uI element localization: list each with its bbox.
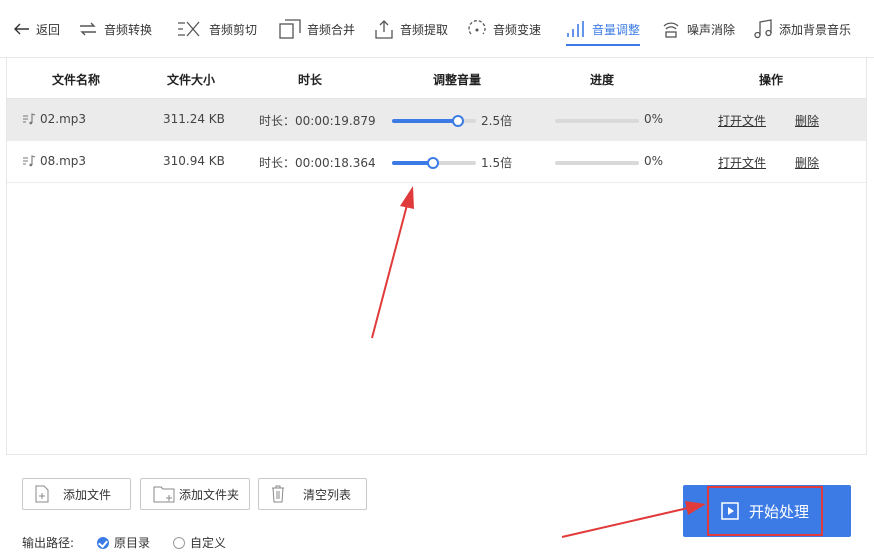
volume-slider[interactable] [392,115,476,127]
progress-value: 0% [644,154,664,168]
start-button-highlight-box: 开始处理 [707,486,823,536]
tab-label: 音频剪切 [209,22,258,37]
header-progress: 进度 [590,73,615,87]
add-file-button[interactable]: 添加文件 [22,478,131,510]
progress-bar [555,161,639,165]
tab-audio-cut[interactable]: 音频剪切 [177,14,257,44]
active-tab-underline [566,44,641,46]
denoise-icon [663,22,679,38]
tab-audio-speed[interactable]: 音频变速 [467,14,541,44]
table-row[interactable]: 08.mp3 310.94 KB 时长：00:00:18.364 1.5倍 0%… [7,141,866,183]
tab-label: 音频转换 [104,22,153,37]
add-folder-icon [153,486,175,503]
header-adjust-volume: 调整音量 [433,73,482,87]
back-button[interactable]: 返回 [14,14,60,44]
tab-label: 音频提取 [400,22,449,37]
add-folder-button[interactable]: 添加文件夹 [140,478,250,510]
delete-link[interactable]: 删除 [795,154,819,171]
play-icon [721,502,739,520]
volume-slider-thumb[interactable] [427,157,440,169]
file-duration: 时长：00:00:18.364 [259,156,376,170]
back-label: 返回 [36,22,61,37]
file-name: 02.mp3 [40,112,87,126]
file-name: 08.mp3 [40,154,87,168]
progress-bar [555,119,639,123]
tab-label: 音频合并 [307,22,356,37]
add-file-label: 添加文件 [63,487,112,502]
add-file-icon [35,485,49,503]
header-actions: 操作 [759,73,784,87]
open-file-link[interactable]: 打开文件 [718,154,766,171]
tab-label: 音频变速 [493,22,542,37]
tab-audio-merge[interactable]: 音频合并 [279,14,355,44]
radio-unchecked-icon [173,536,185,549]
extract-icon [375,20,393,39]
radio-label: 原目录 [114,536,151,550]
merge-icon [279,19,301,39]
file-name-cell: 08.mp3 [22,154,86,168]
speed-icon [468,20,486,35]
output-path-label: 输出路径: [22,536,75,550]
tab-volume-adjust[interactable]: 音量调整 [566,14,641,46]
clear-list-button[interactable]: 清空列表 [258,478,367,510]
trash-icon [272,485,284,503]
volume-value: 2.5倍 [481,114,513,128]
delete-link[interactable]: 删除 [795,112,819,129]
file-name-cell: 02.mp3 [22,112,86,126]
open-file-link[interactable]: 打开文件 [718,112,766,129]
start-processing-button[interactable]: 开始处理 [683,485,851,537]
file-size: 311.24 KB [163,112,225,126]
tab-label: 噪声消除 [687,22,736,37]
tab-audio-extract[interactable]: 音频提取 [374,14,448,44]
arrow-left-icon [14,23,29,35]
scissors-icon [178,21,200,37]
header-duration: 时长 [298,73,323,87]
radio-original-dir[interactable]: 原目录 [97,534,150,551]
radio-checked-icon [97,536,109,549]
music-note-icon [754,19,772,39]
top-toolbar: 返回 音频转换 音频剪切 音频合并 音频提取 音频变速 音量调整 噪声消除 添加… [0,0,874,58]
tab-label: 添加背景音乐 [779,22,852,37]
file-table: 文件名称 文件大小 时长 调整音量 进度 操作 02.mp3 311.24 KB… [6,58,867,455]
start-label: 开始处理 [748,502,809,521]
header-file-name: 文件名称 [52,73,101,87]
clear-list-label: 清空列表 [303,487,352,502]
volume-slider-fill [392,119,459,123]
table-header: 文件名称 文件大小 时长 调整音量 进度 操作 [7,58,866,99]
tab-label: 音量调整 [592,22,641,37]
volume-bars-icon [567,21,584,37]
convert-icon [80,22,96,36]
radio-custom-dir[interactable]: 自定义 [173,534,226,551]
volume-value: 1.5倍 [481,156,513,170]
add-folder-label: 添加文件夹 [179,487,240,502]
file-duration: 时长：00:00:19.879 [259,114,376,128]
volume-slider-thumb[interactable] [452,115,465,127]
radio-label: 自定义 [190,536,227,550]
audio-file-icon [23,155,36,167]
tab-add-background-music[interactable]: 添加背景音乐 [753,14,851,44]
tab-audio-convert[interactable]: 音频转换 [78,14,152,44]
file-size: 310.94 KB [163,154,225,168]
table-row[interactable]: 02.mp3 311.24 KB 时长：00:00:19.879 2.5倍 0%… [7,99,866,141]
progress-value: 0% [644,112,664,126]
audio-file-icon [23,113,36,125]
header-file-size: 文件大小 [167,73,216,87]
volume-slider[interactable] [392,157,476,169]
tab-noise-removal[interactable]: 噪声消除 [661,14,735,44]
